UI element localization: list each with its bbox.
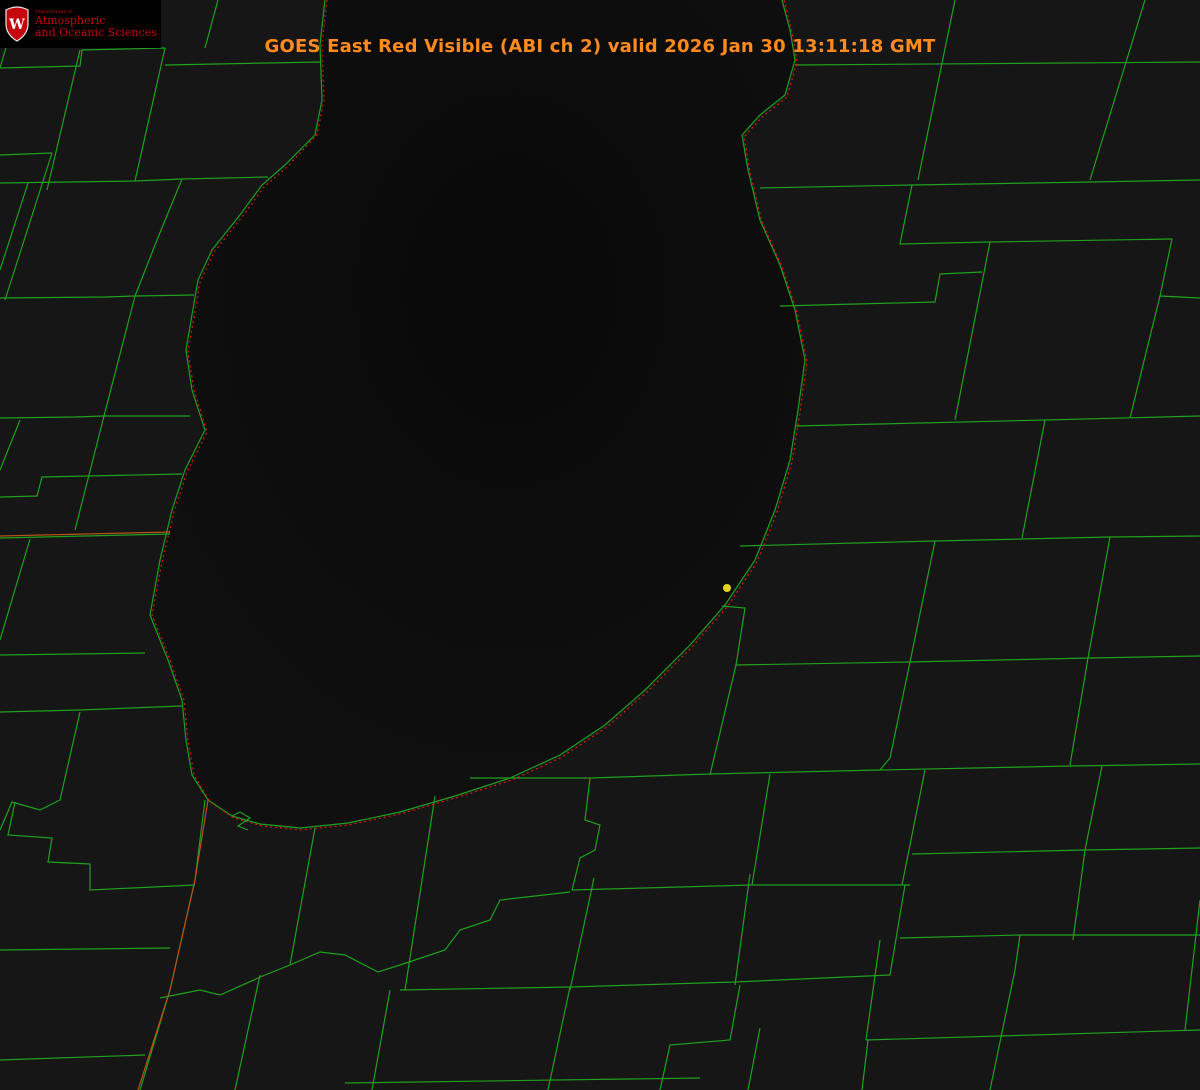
map-svg xyxy=(0,0,1200,1090)
location-dot-icon xyxy=(723,584,731,592)
image-title: GOES East Red Visible (ABI ch 2) valid 2… xyxy=(264,36,936,57)
satellite-map: W Department of Atmospheric and Oceanic … xyxy=(0,0,1200,1090)
logo-text: Department of Atmospheric and Oceanic Sc… xyxy=(35,9,157,38)
crest-letter: W xyxy=(8,17,25,33)
logo-line-1: Atmospheric xyxy=(35,14,106,28)
